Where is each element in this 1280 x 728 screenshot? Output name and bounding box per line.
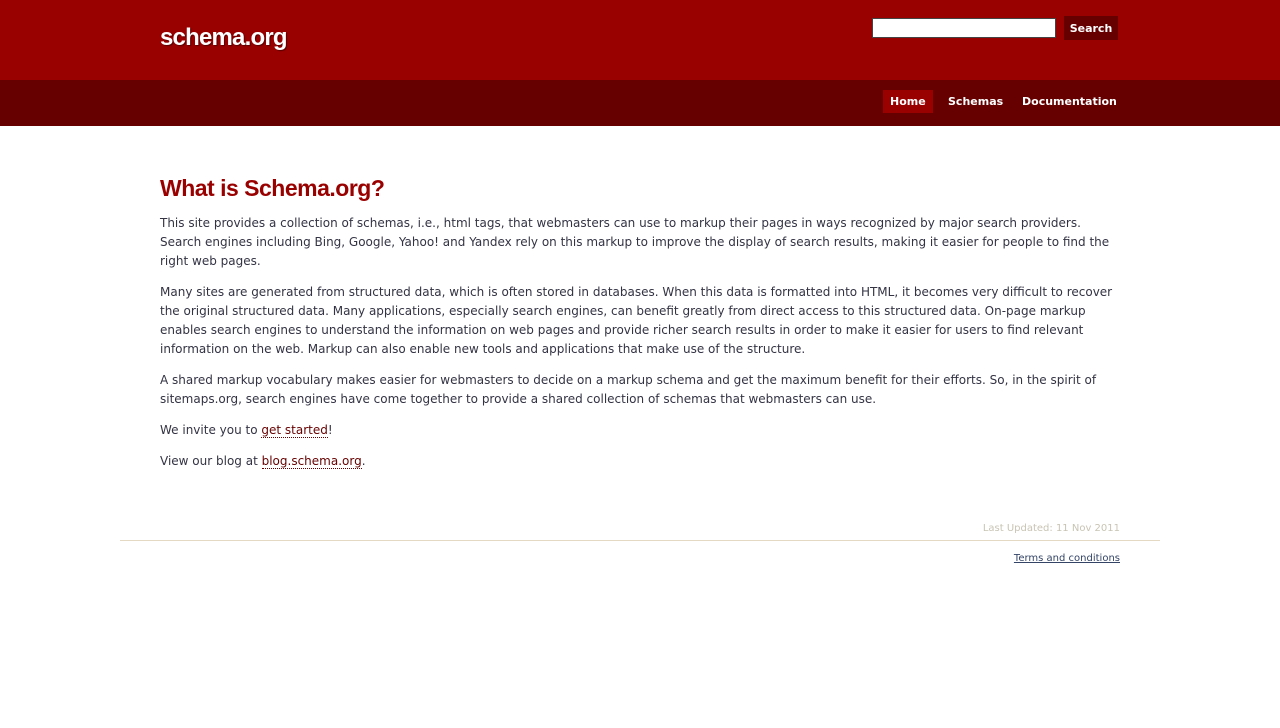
- blog-prefix: View our blog at: [160, 454, 262, 468]
- terms-link[interactable]: Terms and conditions: [1014, 553, 1120, 564]
- tab-schemas[interactable]: Schemas: [941, 90, 1010, 113]
- invite-prefix: We invite you to: [160, 423, 262, 437]
- tab-documentation[interactable]: Documentation: [1015, 90, 1124, 113]
- blog-link[interactable]: blog.schema.org: [261, 454, 362, 469]
- page-title: What is Schema.org?: [160, 175, 385, 201]
- site-header: schema.org Search: [0, 0, 1280, 80]
- blog-suffix: .: [361, 454, 366, 468]
- footer-divider: [120, 540, 1160, 541]
- last-updated-text: Last Updated: 11 Nov 2011: [982, 523, 1120, 534]
- invite-paragraph: We invite you to get started!: [160, 421, 1122, 440]
- get-started-link[interactable]: get started: [261, 423, 328, 438]
- tab-home[interactable]: Home: [883, 90, 933, 113]
- main-content: What is Schema.org? This site provides a…: [160, 172, 1122, 471]
- search-input[interactable]: [872, 18, 1056, 38]
- structured-data-paragraph: Many sites are generated from structured…: [160, 285, 1113, 356]
- intro-paragraph: This site provides a collection of schem…: [160, 216, 1110, 268]
- shared-vocabulary-paragraph: A shared markup vocabulary makes easier …: [160, 373, 1097, 406]
- invite-suffix: !: [327, 423, 333, 437]
- search-button[interactable]: Search: [1064, 16, 1118, 40]
- site-logo-link[interactable]: schema.org: [160, 24, 288, 52]
- blog-paragraph: View our blog at blog.schema.org.: [160, 452, 1122, 471]
